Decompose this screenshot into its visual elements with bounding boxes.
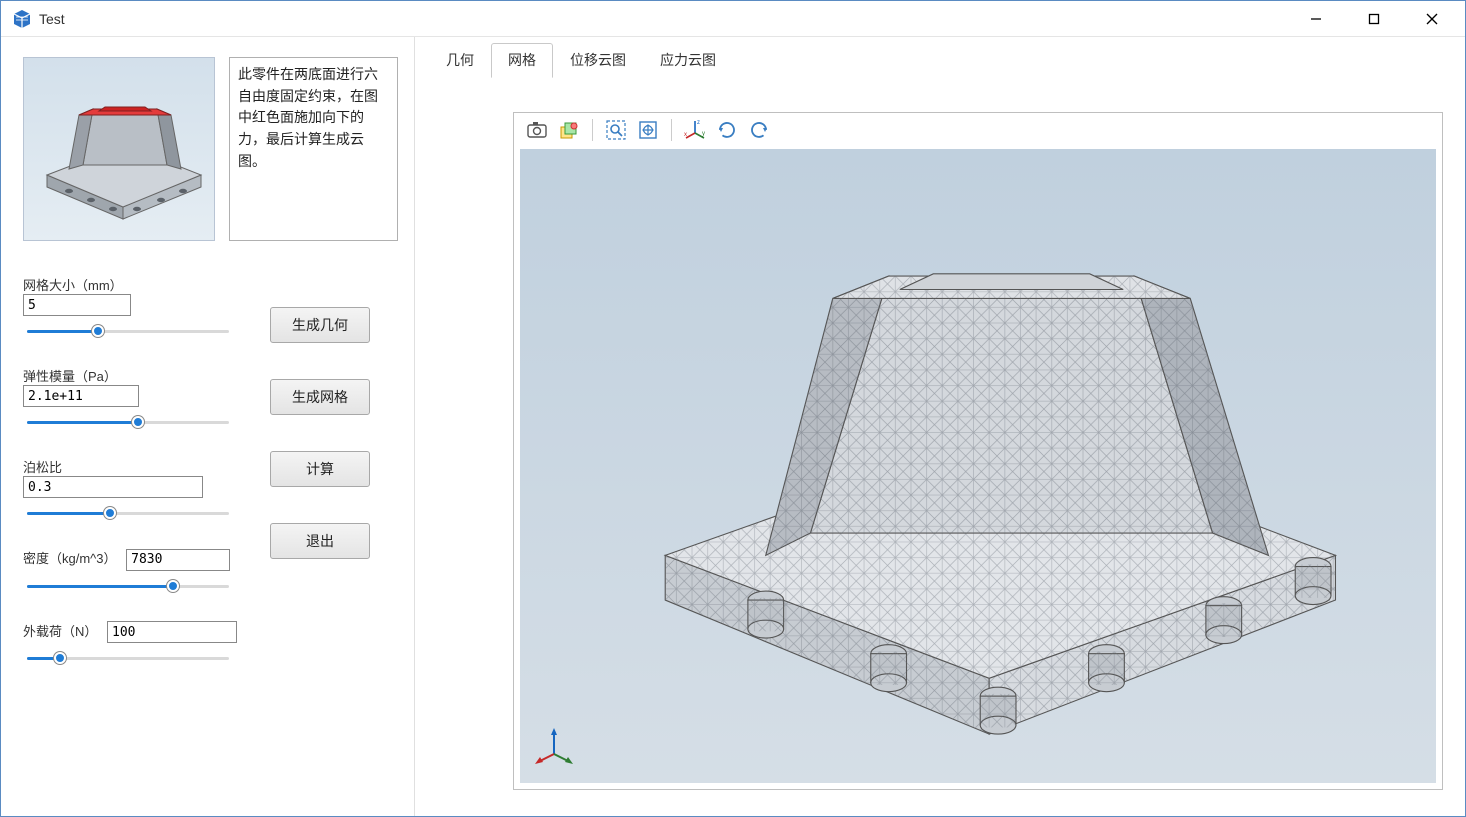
poisson-ratio-label: 泊松比 — [23, 457, 62, 476]
camera-icon[interactable] — [522, 117, 552, 143]
param-density: 密度（kg/m^3） — [23, 548, 238, 593]
stack-icon[interactable] — [554, 117, 584, 143]
right-pane: 几何 网格 位移云图 应力云图 — [415, 37, 1465, 816]
description-box: 此零件在两底面进行六自由度固定约束，在图中红色面施加向下的力，最后计算生成云图。 — [229, 57, 398, 241]
elastic-modulus-input[interactable] — [23, 385, 139, 407]
density-slider[interactable] — [23, 579, 233, 593]
generate-mesh-button[interactable]: 生成网格 — [270, 379, 370, 415]
density-label: 密度（kg/m^3） — [23, 548, 117, 567]
fit-view-icon[interactable] — [633, 117, 663, 143]
titlebar: Test — [1, 1, 1465, 37]
app-body: 此零件在两底面进行六自由度固定约束，在图中红色面施加向下的力，最后计算生成云图。… — [1, 37, 1465, 816]
axis-icon[interactable]: z x y — [680, 117, 710, 143]
mesh-size-label: 网格大小（mm） — [23, 275, 123, 294]
axis-triad-icon — [534, 726, 574, 769]
param-poisson-ratio: 泊松比 — [23, 457, 238, 520]
viewport-toolbar: z x y — [514, 113, 1442, 149]
exit-button[interactable]: 退出 — [270, 523, 370, 559]
left-pane: 此零件在两底面进行六自由度固定约束，在图中红色面施加向下的力，最后计算生成云图。… — [1, 37, 415, 816]
svg-text:x: x — [684, 132, 687, 138]
rotate-ccw-icon[interactable] — [744, 117, 774, 143]
button-column: 生成几何 生成网格 计算 退出 — [270, 275, 370, 665]
poisson-ratio-slider[interactable] — [23, 506, 233, 520]
tab-displacement[interactable]: 位移云图 — [553, 43, 643, 78]
app-icon — [11, 8, 33, 30]
rotate-cw-icon[interactable] — [712, 117, 742, 143]
close-button[interactable] — [1403, 1, 1461, 37]
app-window: Test — [0, 0, 1466, 817]
elastic-modulus-slider[interactable] — [23, 415, 233, 429]
param-mesh-size: 网格大小（mm） — [23, 275, 238, 338]
external-load-slider[interactable] — [23, 651, 233, 665]
density-input[interactable] — [126, 549, 230, 571]
mesh-size-slider[interactable] — [23, 324, 233, 338]
external-load-label: 外载荷（N） — [23, 621, 97, 640]
compute-button[interactable]: 计算 — [270, 451, 370, 487]
window-controls — [1287, 1, 1461, 37]
tab-mesh[interactable]: 网格 — [491, 43, 553, 78]
svg-text:y: y — [702, 131, 705, 137]
external-load-input[interactable] — [107, 621, 237, 643]
tab-stress[interactable]: 应力云图 — [643, 43, 733, 78]
param-external-load: 外载荷（N） — [23, 621, 238, 666]
tab-geometry[interactable]: 几何 — [429, 43, 491, 78]
part-thumbnail — [23, 57, 215, 241]
parameter-column: 网格大小（mm） 弹性模量（Pa） 泊松比 — [23, 275, 238, 665]
generate-geometry-button[interactable]: 生成几何 — [270, 307, 370, 343]
zoom-window-icon[interactable] — [601, 117, 631, 143]
svg-text:z: z — [697, 120, 700, 126]
maximize-button[interactable] — [1345, 1, 1403, 37]
elastic-modulus-label: 弹性模量（Pa） — [23, 366, 117, 385]
param-elastic-modulus: 弹性模量（Pa） — [23, 366, 238, 429]
viewport-frame: z x y — [513, 112, 1443, 790]
tab-bar: 几何 网格 位移云图 应力云图 — [415, 37, 1465, 78]
app-title: Test — [39, 11, 65, 27]
mesh-size-input[interactable] — [23, 294, 131, 316]
poisson-ratio-input[interactable] — [23, 476, 203, 498]
3d-viewport[interactable] — [520, 149, 1436, 783]
minimize-button[interactable] — [1287, 1, 1345, 37]
